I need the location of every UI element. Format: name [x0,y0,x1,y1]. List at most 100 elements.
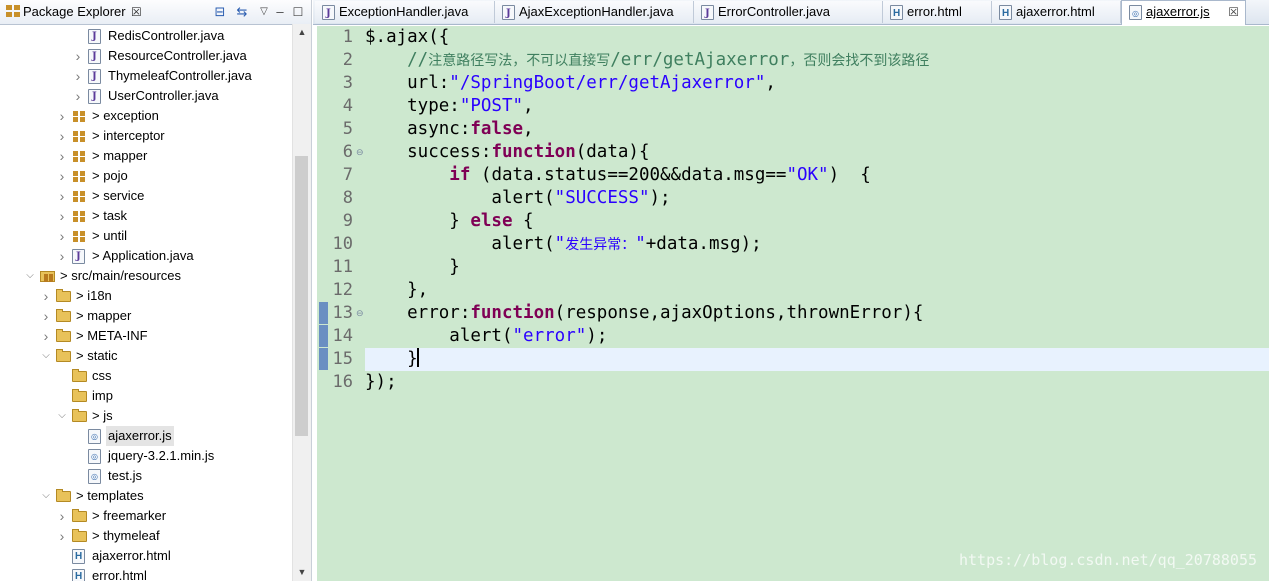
chevron-right-icon[interactable]: › [72,66,84,86]
view-menu-icon[interactable]: ▽ [256,4,272,20]
editor-tab[interactable]: ErrorController.java [694,1,883,25]
code-line[interactable]: } else { [365,210,1269,233]
tree-item[interactable]: › > mapper [0,146,292,166]
chevron-right-icon[interactable]: › [40,326,52,346]
change-marker [319,348,328,370]
editor-tab[interactable]: error.html [883,1,992,25]
tree-scrollbar[interactable]: ▲ ▼ [292,24,311,581]
chevron-right-icon[interactable]: › [56,166,68,186]
tree-item[interactable]: › > until [0,226,292,246]
chevron-right-icon[interactable]: › [56,246,68,266]
tree-item[interactable]: › > pojo [0,166,292,186]
tree-item[interactable]: ⌵ > src/main/resources [0,266,292,286]
chevron-right-icon[interactable]: › [56,506,68,526]
chevron-down-icon[interactable]: ⌵ [40,346,52,366]
scrollbar-thumb[interactable] [295,156,308,436]
tree-item[interactable]: › > service [0,186,292,206]
tree-item[interactable]: › > META-INF [0,326,292,346]
tree-item[interactable]: › > interceptor [0,126,292,146]
code-line[interactable]: error:function(response,ajaxOptions,thro… [365,302,1269,325]
html-file-icon [72,567,85,581]
editor-tab[interactable]: ajaxerror.html [992,1,1121,25]
tree-item[interactable]: imp [0,386,292,406]
tree-item-label: > src/main/resources [60,268,182,283]
code-text[interactable]: $.ajax({ //注意路径写法，不可以直接写/err/getAjaxerro… [365,26,1269,581]
editor-tab[interactable]: ExceptionHandler.java [315,1,495,25]
collapse-all-icon[interactable]: ⊟ [212,4,228,20]
tree-item[interactable]: ⌵ > templates [0,486,292,506]
tree-item[interactable]: css [0,366,292,386]
code-token: if [449,165,471,185]
link-with-editor-icon[interactable]: ⇆ [234,4,250,20]
chevron-right-icon[interactable]: › [40,306,52,326]
code-line[interactable]: } [365,348,1269,371]
chevron-right-icon[interactable]: › [56,146,68,166]
code-line[interactable]: alert("error"); [365,325,1269,348]
chevron-right-icon[interactable]: › [72,46,84,66]
code-line[interactable]: }, [365,279,1269,302]
package-explorer-title: Package Explorer [23,4,126,19]
code-line[interactable]: success:function(data){ [365,141,1269,164]
maximize-view-icon[interactable]: ☐ [290,4,306,20]
package-icon [72,209,88,223]
tree-item[interactable]: › > Application.java [0,246,292,267]
line-number: 1 [342,27,353,47]
code-line[interactable]: alert("SUCCESS"); [365,187,1269,210]
chevron-down-icon[interactable]: ⌵ [24,266,36,286]
chevron-down-icon[interactable]: ⌵ [56,406,68,426]
code-line[interactable]: }); [365,371,1269,394]
chevron-right-icon[interactable]: › [56,186,68,206]
chevron-down-icon[interactable]: ⌵ [40,486,52,506]
scroll-up-icon[interactable]: ▲ [293,24,311,41]
tree-item[interactable]: › ThymeleafController.java [0,66,292,87]
chevron-right-icon[interactable]: › [72,86,84,106]
chevron-right-icon[interactable]: › [56,126,68,146]
tree-item[interactable]: jquery-3.2.1.min.js [0,446,292,467]
tree-item[interactable]: RedisController.java [0,26,292,47]
package-explorer-tab[interactable]: Package Explorer ☒ ⊟ ⇆ ▽ – ☐ [0,0,311,25]
code-token: alert( [365,188,555,208]
tree-item[interactable]: ⌵ > js [0,406,292,426]
close-view-icon[interactable]: ☒ [131,0,142,24]
code-token: // [365,50,429,70]
minimize-view-icon[interactable]: – [272,4,288,20]
tree-item-label: ThymeleafController.java [108,68,252,83]
tree-item[interactable]: › UserController.java [0,86,292,107]
tree-item[interactable]: › > i18n [0,286,292,306]
editor-tab[interactable]: AjaxExceptionHandler.java [495,1,694,25]
tree-item[interactable]: › > freemarker [0,506,292,526]
scroll-down-icon[interactable]: ▼ [293,564,311,581]
chevron-right-icon[interactable]: › [56,206,68,226]
tree-item[interactable]: error.html [0,566,292,581]
annotation-ruler [317,26,329,581]
package-explorer-title-wrap: Package Explorer [6,0,126,24]
tree-item[interactable]: › > mapper [0,306,292,326]
code-line[interactable]: alert("发生异常："+data.msg); [365,233,1269,256]
code-line[interactable]: if (data.status==200&&data.msg=="OK") { [365,164,1269,187]
code-line[interactable]: //注意路径写法，不可以直接写/err/getAjaxerror，否则会找不到该… [365,49,1269,72]
code-editor[interactable]: 1 2 3 4 5 6 ⊖ 7 8 9 10 11 12 13 ⊖ 14 15 16 $.ajax({ //注意路… [317,26,1269,581]
tree-item[interactable]: › ResourceController.java [0,46,292,67]
code-token: 发生异常： [565,237,636,253]
tree-item[interactable]: › > task [0,206,292,226]
code-line[interactable]: async:false, [365,118,1269,141]
chevron-right-icon[interactable]: › [40,286,52,306]
code-line[interactable]: type:"POST", [365,95,1269,118]
editor-tab[interactable]: ajaxerror.js ☒ [1121,0,1246,25]
tree-item[interactable]: test.js [0,466,292,487]
code-line[interactable]: } [365,256,1269,279]
chevron-right-icon[interactable]: › [56,106,68,126]
folder-icon [56,349,72,363]
tree-item[interactable]: ⌵ > static [0,346,292,366]
code-line[interactable]: $.ajax({ [365,26,1269,49]
chevron-right-icon[interactable]: › [56,226,68,246]
tree-item[interactable]: › > thymeleaf [0,526,292,546]
chevron-right-icon[interactable]: › [56,526,68,546]
tree-item[interactable]: ajaxerror.html [0,546,292,567]
tree-item[interactable]: › > exception [0,106,292,126]
tree-item[interactable]: ajaxerror.js [0,426,292,447]
code-line[interactable]: url:"/SpringBoot/err/getAjaxerror", [365,72,1269,95]
package-icon [72,169,88,183]
package-explorer-view: Package Explorer ☒ ⊟ ⇆ ▽ – ☐ RedisContro… [0,0,312,581]
close-tab-icon[interactable]: ☒ [1228,1,1239,23]
